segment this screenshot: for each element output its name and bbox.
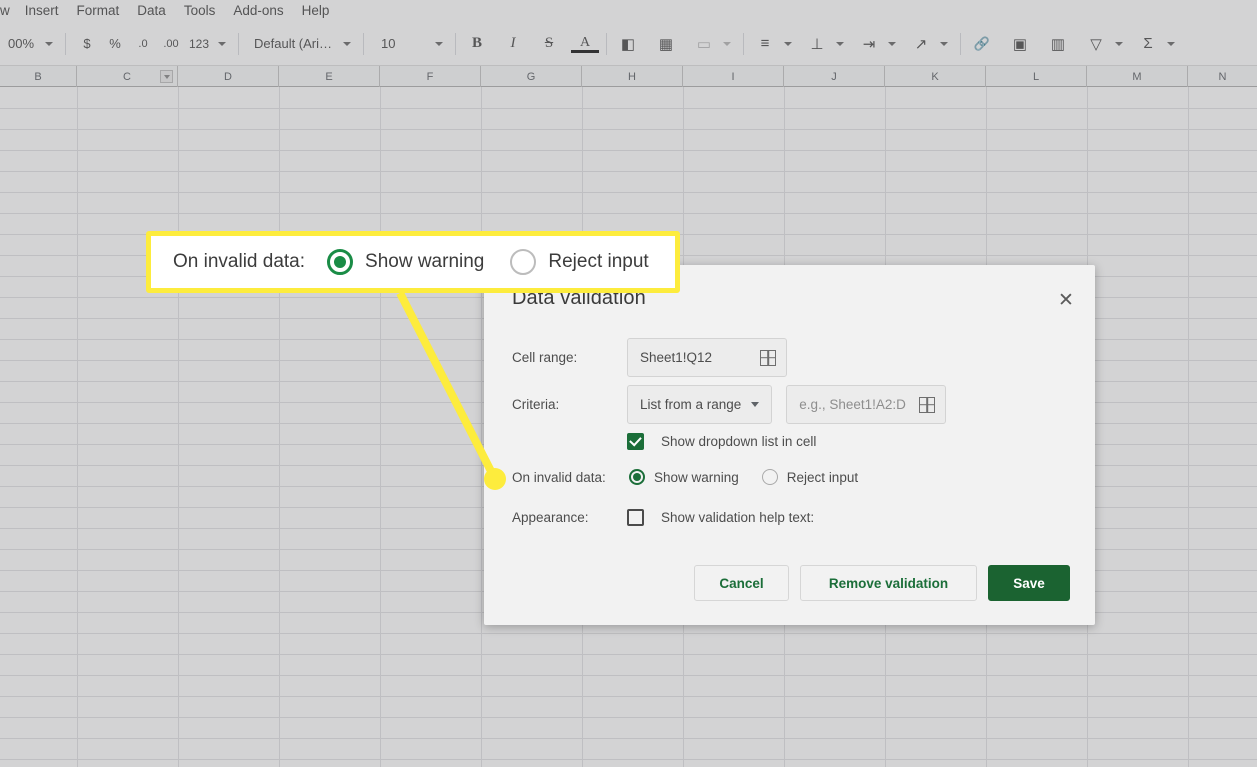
appearance-label: Appearance:: [512, 510, 589, 525]
callout-radio-reject-input-label: Reject input: [548, 251, 649, 272]
callout-pointer-dot: [484, 468, 506, 490]
criteria-type-value: List from a range: [640, 397, 742, 412]
save-button[interactable]: Save: [988, 565, 1070, 601]
google-sheets-app: w Insert Format Data Tools Add-ons Help …: [0, 0, 1257, 767]
callout-highlight-box: On invalid data: Show warning Reject inp…: [146, 231, 680, 293]
radio-reject-input-label: Reject input: [786, 469, 859, 485]
cell-range-value: Sheet1!Q12: [640, 350, 713, 365]
show-dropdown-label: Show dropdown list in cell: [661, 434, 817, 449]
cell-range-row: Cell range: Sheet1!Q12: [512, 338, 787, 377]
remove-validation-button[interactable]: Remove validation: [800, 565, 977, 601]
grid-picker-icon[interactable]: [760, 349, 776, 366]
close-icon[interactable]: ✕: [1053, 287, 1079, 313]
criteria-range-input[interactable]: e.g., Sheet1!A2:D: [786, 385, 947, 424]
criteria-type-select[interactable]: List from a range: [627, 385, 773, 424]
criteria-label: Criteria:: [512, 397, 560, 412]
data-validation-dialog: Data validation ✕ Cell range: Sheet1!Q12…: [484, 265, 1095, 625]
cell-range-label: Cell range:: [512, 350, 578, 365]
criteria-range-placeholder: e.g., Sheet1!A2:D: [799, 397, 906, 412]
on-invalid-data-row: On invalid data: Show warning Reject inp…: [512, 469, 858, 485]
show-validation-help-text-checkbox[interactable]: [627, 509, 644, 526]
show-dropdown-row[interactable]: Show dropdown list in cell: [627, 433, 816, 450]
appearance-row: Appearance: Show validation help text:: [512, 509, 814, 526]
radio-show-warning-label: Show warning: [654, 469, 739, 485]
radio-show-warning[interactable]: [629, 469, 645, 485]
callout-radio-show-warning-label: Show warning: [365, 251, 485, 272]
cell-range-input[interactable]: Sheet1!Q12: [627, 338, 787, 377]
chevron-down-icon[interactable]: [751, 402, 760, 407]
on-invalid-data-label: On invalid data:: [512, 469, 606, 485]
callout-radio-reject-input: [510, 249, 537, 275]
show-dropdown-checkbox[interactable]: [627, 433, 644, 450]
callout-label: On invalid data:: [173, 251, 306, 272]
criteria-row: Criteria: List from a range e.g., Sheet1…: [512, 385, 947, 424]
show-validation-help-text-label: Show validation help text:: [661, 510, 815, 525]
dialog-actions: Cancel Remove validation Save: [694, 565, 1070, 601]
cancel-button[interactable]: Cancel: [694, 565, 789, 601]
radio-reject-input[interactable]: [761, 469, 778, 485]
callout-radio-show-warning: [327, 249, 354, 275]
grid-picker-icon[interactable]: [919, 396, 936, 413]
